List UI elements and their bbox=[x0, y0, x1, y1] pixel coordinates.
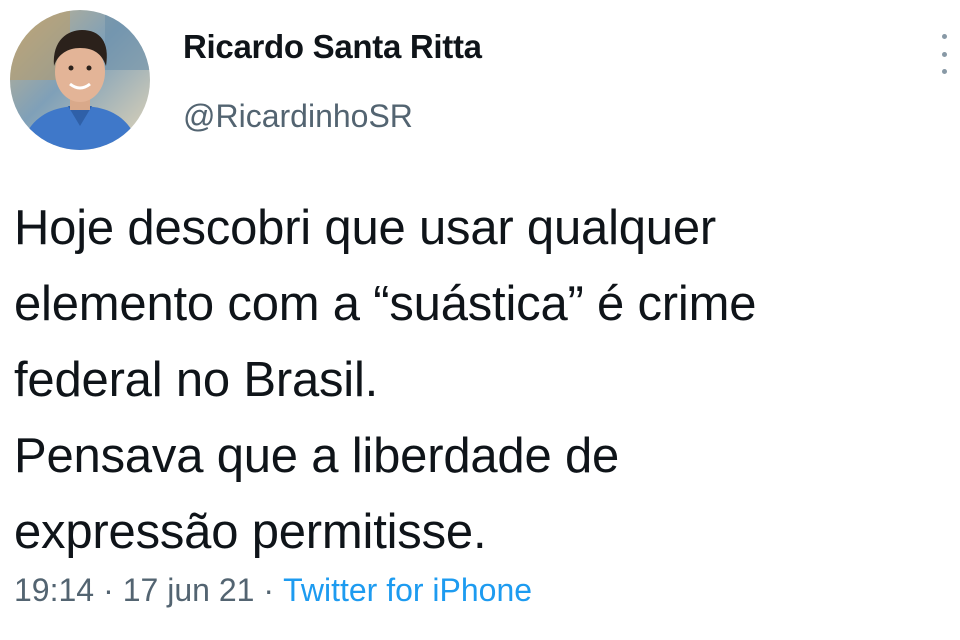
tweet-date[interactable]: 17 jun 21 bbox=[123, 572, 255, 608]
tweet-text-line: elemento com a “suástica” é crime bbox=[14, 277, 757, 331]
avatar[interactable] bbox=[10, 10, 150, 150]
separator: · bbox=[103, 572, 114, 608]
tweet-source-link[interactable]: Twitter for iPhone bbox=[283, 572, 532, 608]
separator: · bbox=[263, 572, 275, 608]
tweet-text: Hoje descobri que usar qualquer elemento… bbox=[14, 190, 944, 570]
author-handle[interactable]: @RicardinhoSR bbox=[183, 98, 413, 135]
tweet-time[interactable]: 19:14 bbox=[14, 572, 94, 608]
tweet-text-line: Pensava que a liberdade de bbox=[14, 429, 620, 483]
dot bbox=[941, 51, 947, 57]
dot bbox=[941, 34, 947, 39]
tweet-text-line: federal no Brasil. bbox=[14, 353, 379, 407]
dot bbox=[941, 69, 947, 74]
tweet-metadata: 19:14 · 17 jun 21 · Twitter for iPhone bbox=[14, 572, 532, 609]
author-display-name[interactable]: Ricardo Santa Ritta bbox=[183, 28, 482, 66]
tweet-text-line: Hoje descobri que usar qualquer bbox=[14, 201, 717, 255]
more-options-icon[interactable] bbox=[934, 34, 954, 74]
tweet-text-line: expressão permitisse. bbox=[14, 505, 487, 559]
tweet-card: Ricardo Santa Ritta @RicardinhoSR Hoje d… bbox=[0, 0, 960, 640]
profile-photo-icon bbox=[10, 10, 150, 150]
